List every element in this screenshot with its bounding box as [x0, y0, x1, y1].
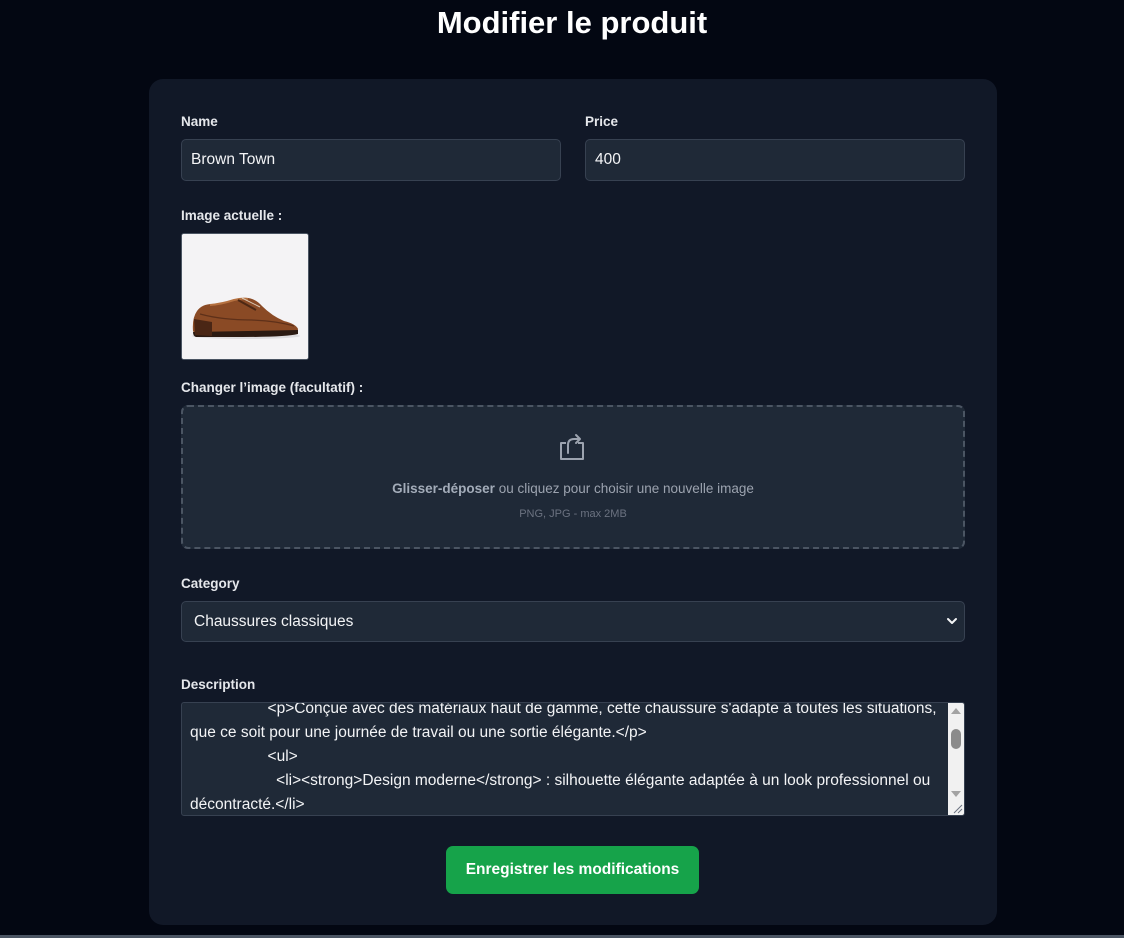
current-image-label: Image actuelle :: [181, 208, 283, 223]
description-textarea[interactable]: <p>Conçue avec des matériaux haut de gam…: [181, 702, 965, 816]
save-changes-button[interactable]: Enregistrer les modifications: [446, 846, 699, 894]
dropzone-bold-text: Glisser-déposer: [392, 481, 495, 496]
dropzone-hint: PNG, JPG - max 2MB: [519, 508, 627, 520]
dropzone-instructions: Glisser-déposer ou cliquez pour choisir …: [183, 481, 963, 496]
category-label: Category: [181, 576, 240, 591]
price-input[interactable]: 400: [585, 139, 965, 181]
upload-icon: [560, 434, 584, 460]
chevron-down-icon: [947, 618, 957, 624]
scroll-down-arrow-icon[interactable]: [951, 791, 961, 797]
page-title: Modifier le produit: [436, 5, 708, 40]
description-label: Description: [181, 677, 256, 692]
dropzone-text: ou cliquez pour choisir une nouvelle ima…: [494, 481, 754, 496]
current-product-image: [181, 233, 309, 360]
image-upload-dropzone[interactable]: Glisser-déposer ou cliquez pour choisir …: [181, 405, 965, 549]
price-label: Price: [585, 114, 619, 129]
textarea-scrollbar[interactable]: [948, 703, 964, 815]
category-select[interactable]: Chaussures classiques: [181, 601, 965, 642]
scroll-up-arrow-icon[interactable]: [951, 708, 961, 714]
name-label: Name: [181, 114, 218, 129]
edit-product-form: Name Brown Town Price 400 Image actuelle…: [149, 79, 997, 925]
name-input[interactable]: Brown Town: [181, 139, 561, 181]
scrollbar-thumb[interactable]: [951, 729, 961, 749]
resize-grip-icon[interactable]: [951, 802, 963, 814]
brown-leather-shoe-image: [182, 234, 308, 359]
change-image-label: Changer l’image (facultatif) :: [181, 380, 364, 395]
category-selected-value: Chaussures classiques: [194, 612, 354, 630]
description-content: <p>Conçue avec des matériaux haut de gam…: [190, 702, 937, 813]
